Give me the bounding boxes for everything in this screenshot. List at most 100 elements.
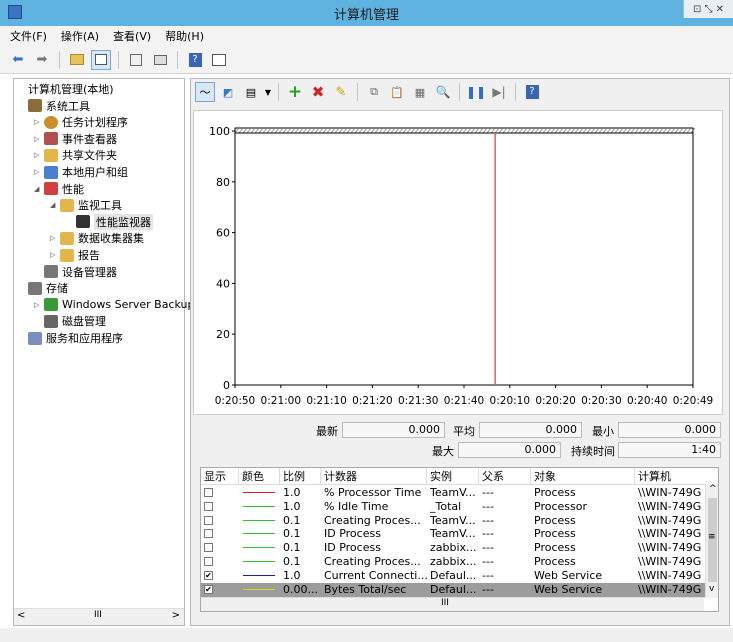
tree-item[interactable]: 设备管理器 xyxy=(34,264,117,280)
counter-row[interactable]: 0.1 Creating Proces... TeamV... --- Process \… xyxy=(201,514,706,528)
scroll-up-arrow[interactable]: ^ xyxy=(709,484,717,494)
show-checkbox[interactable]: ✔ xyxy=(204,584,213,594)
x-tick-label: 0:21:00 xyxy=(261,395,301,407)
mmc-icon[interactable] xyxy=(209,50,229,70)
toolbar-separator xyxy=(177,50,178,69)
tree-item[interactable]: ▷ 数据收集器集 xyxy=(50,230,144,246)
highlight-icon[interactable]: ✎ xyxy=(331,82,351,102)
paste-counter-list-icon[interactable]: 📋 xyxy=(387,82,407,102)
counter-color-swatch xyxy=(243,492,275,493)
tree-item[interactable]: ▷ 共享文件夹 xyxy=(34,147,117,163)
counter-object-cell: Process xyxy=(534,486,576,499)
copy-properties-icon[interactable]: ⧉ xyxy=(364,82,384,102)
perf-icon xyxy=(44,182,58,196)
col-computer-header[interactable]: 计算机 xyxy=(635,468,718,485)
scroll-grip[interactable]: III xyxy=(94,610,102,620)
show-checkbox[interactable] xyxy=(204,543,213,553)
counter-row[interactable]: 0.1 ID Process TeamV... --- Process \\WIN-749… xyxy=(201,527,706,541)
tree-item-label: 系统工具 xyxy=(46,99,90,113)
col-parent-header[interactable]: 父系 xyxy=(479,468,531,485)
up-folder-icon[interactable] xyxy=(67,50,87,70)
show-checkbox[interactable] xyxy=(204,515,213,525)
view-current-activity-icon[interactable]: 〜 xyxy=(195,82,215,102)
menu-action[interactable]: 操作(A) xyxy=(61,28,99,44)
menu-help[interactable]: 帮助(H) xyxy=(165,28,204,44)
tree-item[interactable]: 性能监视器 xyxy=(66,213,153,230)
col-object-header[interactable]: 对象 xyxy=(531,468,635,485)
expander-icon[interactable]: ▷ xyxy=(34,168,44,176)
counter-instance-cell: TeamV... xyxy=(430,527,476,541)
scroll-down-arrow[interactable]: v xyxy=(709,584,714,594)
toolbar-separator xyxy=(59,50,60,69)
scroll-left-arrow[interactable]: < xyxy=(17,610,25,621)
stat-min-label: 最小 xyxy=(592,425,614,438)
tree-item[interactable]: ▷ 事件查看器 xyxy=(34,131,117,147)
x-tick-label: 0:20:20 xyxy=(535,395,575,407)
expander-icon[interactable]: ▷ xyxy=(34,135,44,143)
add-counter-icon[interactable]: + xyxy=(285,82,305,102)
col-color-header[interactable]: 颜色 xyxy=(239,468,280,485)
zoom-icon[interactable]: 🔍 xyxy=(433,82,453,102)
view-log-data-icon[interactable]: ◩ xyxy=(218,82,238,102)
menu-view[interactable]: 查看(V) xyxy=(113,28,151,44)
scroll-grip[interactable]: III xyxy=(441,598,449,608)
window-title: 计算机管理 xyxy=(333,8,399,23)
tree-item[interactable]: 磁盘管理 xyxy=(34,313,106,329)
window-controls[interactable]: ⊡ ⤡ ✕ xyxy=(683,0,733,18)
tree-item[interactable]: 存储 xyxy=(18,280,68,296)
expander-icon[interactable]: ▷ xyxy=(50,234,60,242)
counter-row[interactable]: 1.0% Processor Time TeamV... --- Process \\W… xyxy=(201,486,706,500)
col-counter-header[interactable]: 计数器 xyxy=(321,468,427,485)
col-show-header[interactable]: 显示 xyxy=(201,468,239,485)
tree-horizontal-scrollbar[interactable]: < III > xyxy=(14,608,184,625)
counter-vertical-scrollbar[interactable]: ^ ≡ v xyxy=(705,484,718,598)
dropdown-arrow-icon[interactable]: ▼ xyxy=(264,82,272,102)
tree-item[interactable]: ▷ 本地用户和组 xyxy=(34,164,128,180)
scroll-right-arrow[interactable]: > xyxy=(172,610,180,621)
counter-row[interactable]: 1.0% Idle Time _Total --- Processor \\WIN-74… xyxy=(201,500,706,514)
freeze-display-icon[interactable]: ❚❚ xyxy=(466,82,486,102)
tree-item[interactable]: 计算机管理(本地) xyxy=(18,81,114,97)
update-data-icon[interactable]: ▶| xyxy=(489,82,509,102)
counter-row[interactable]: 0.1 ID Process zabbix... --- Process \\WIN-74… xyxy=(201,541,706,555)
tree-item[interactable]: 服务和应用程序 xyxy=(18,330,123,346)
properties-icon[interactable] xyxy=(126,50,146,70)
expander-icon[interactable]: ▷ xyxy=(34,118,44,126)
counter-row[interactable]: 0.1 Creating Proces... zabbix... --- Process… xyxy=(201,555,706,569)
tree-item[interactable]: ▷ 任务计划程序 xyxy=(34,114,128,130)
change-graph-type-icon[interactable]: ▤ xyxy=(241,82,261,102)
col-instance-header[interactable]: 实例 xyxy=(427,468,479,485)
expander-icon[interactable]: ▷ xyxy=(34,301,44,309)
expander-icon[interactable]: ▷ xyxy=(50,251,60,259)
show-checkbox[interactable] xyxy=(204,557,213,566)
tree-item[interactable]: ◢ 监视工具 xyxy=(50,197,122,213)
back-icon[interactable]: ⬅ xyxy=(8,50,28,70)
help-icon[interactable]: ? xyxy=(185,50,205,70)
counter-color-swatch xyxy=(243,588,275,590)
col-scale-header[interactable]: 比例 xyxy=(280,468,321,485)
counter-row[interactable]: ✔ 0.00... Bytes Total/sec Defaul... --- Web S… xyxy=(201,582,706,597)
stat-max-label: 最大 xyxy=(432,445,454,458)
properties-icon[interactable]: ▦ xyxy=(410,82,430,102)
menu-file[interactable]: 文件(F) xyxy=(10,28,47,44)
show-checkbox[interactable] xyxy=(204,501,213,511)
expander-icon[interactable]: ◢ xyxy=(50,201,60,209)
show-checkbox[interactable]: ✔ xyxy=(204,570,213,580)
tree-item[interactable]: ▷ 报告 xyxy=(50,247,100,263)
forward-icon[interactable]: ➡ xyxy=(32,50,52,70)
delete-counter-icon[interactable]: ✖ xyxy=(308,82,328,102)
counter-row[interactable]: ✔ 1.0 Current Connecti... Defaul... --- Web S… xyxy=(201,569,706,583)
counter-horizontal-scrollbar[interactable]: III xyxy=(201,597,704,611)
tree-item[interactable]: ▷ Windows Server Backup xyxy=(34,297,195,313)
expander-icon[interactable]: ▷ xyxy=(34,151,44,159)
tree-item[interactable]: 系统工具 xyxy=(18,98,90,114)
expander-icon[interactable]: ◢ xyxy=(34,185,44,193)
show-checkbox[interactable] xyxy=(204,529,213,539)
tree-item[interactable]: ◢ 性能 xyxy=(34,181,84,197)
x-tick-label: 0:20:49 xyxy=(673,395,713,407)
counter-parent-cell: --- xyxy=(482,568,494,582)
show-hide-tree-icon[interactable] xyxy=(91,49,111,70)
help-icon[interactable]: ? xyxy=(522,82,542,102)
show-checkbox[interactable] xyxy=(204,488,213,497)
export-list-icon[interactable] xyxy=(150,50,170,70)
